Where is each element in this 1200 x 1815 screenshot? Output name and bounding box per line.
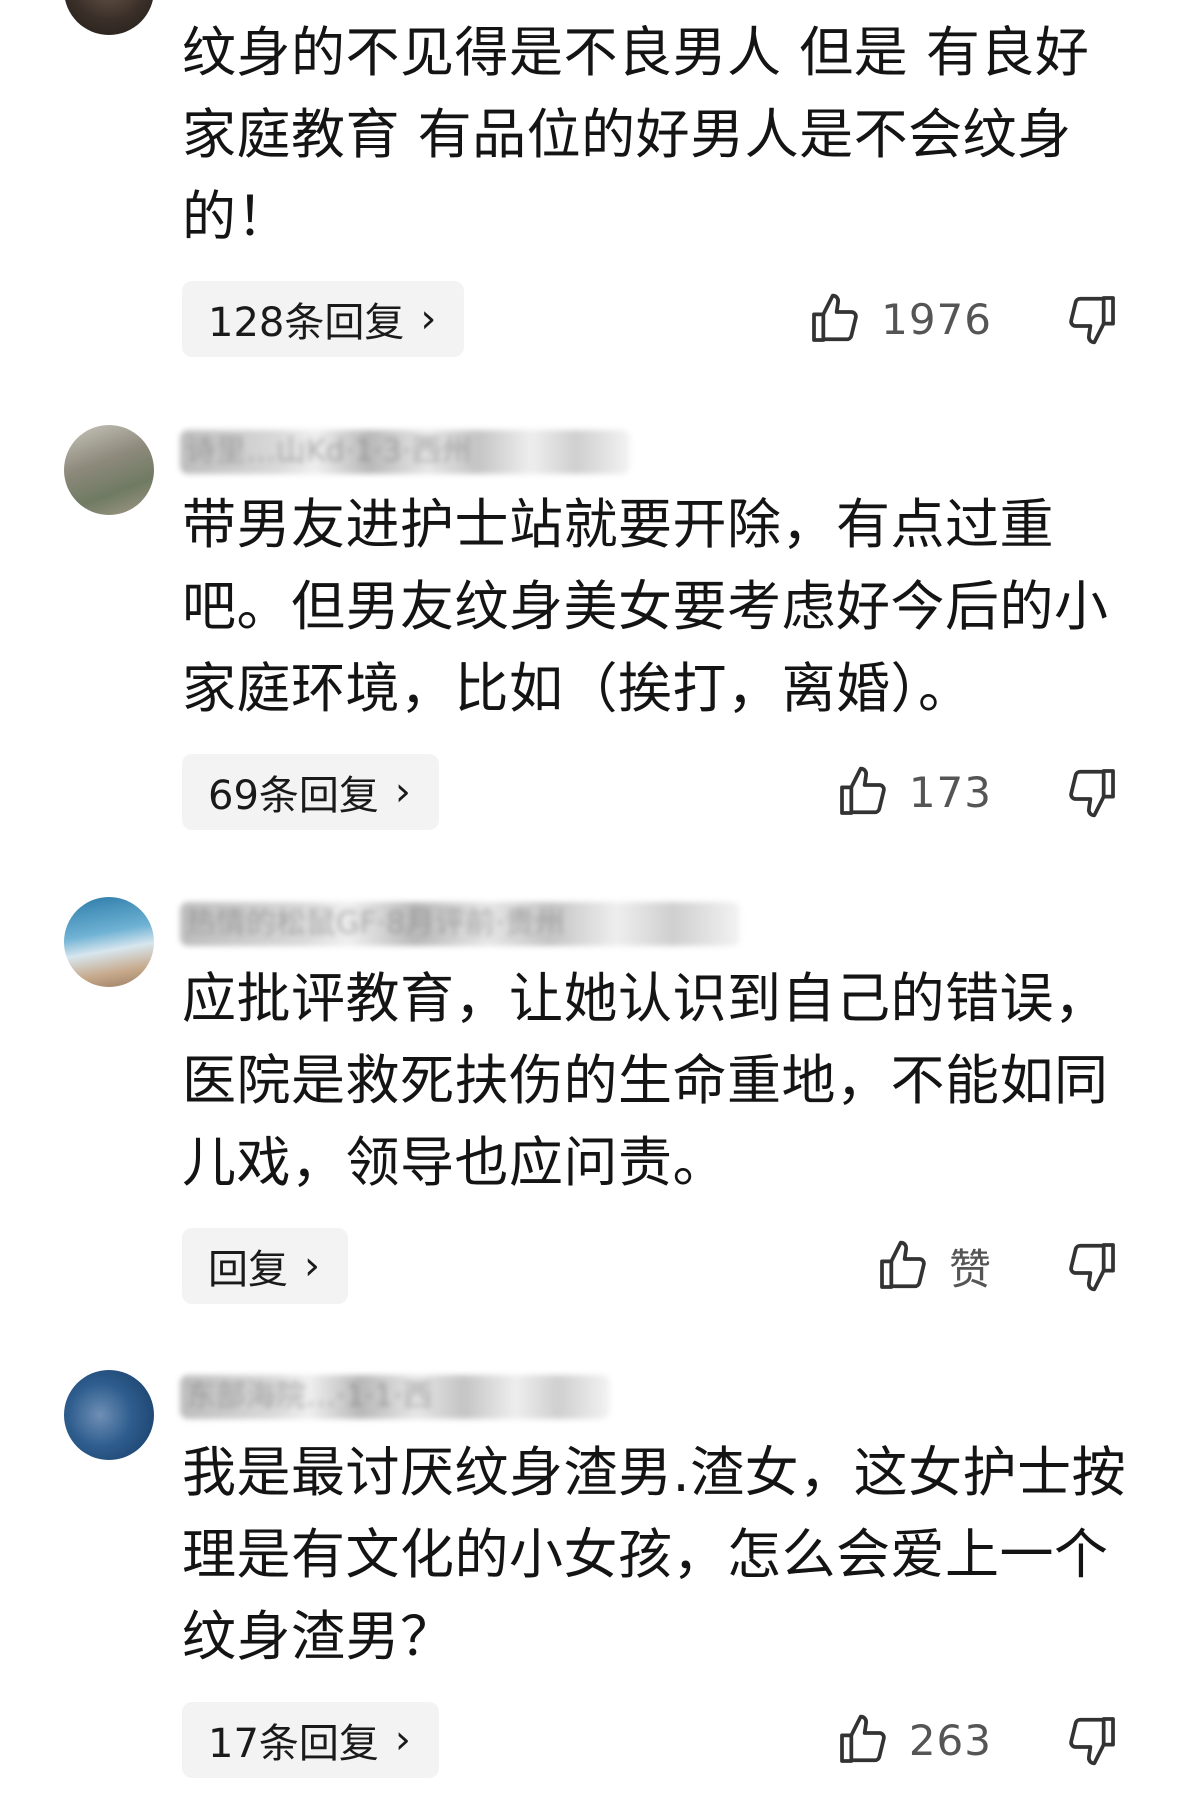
reply-count-label: 69条回复 — [208, 773, 379, 819]
like-count: 173 — [908, 767, 992, 817]
chevron-right-icon: › — [420, 296, 437, 342]
reply-button[interactable]: 回复 › — [182, 1228, 348, 1304]
like-label: 赞 — [948, 1244, 992, 1294]
comment-text: 带男友进护士站就要开除，有点过重吧。但男友纹身美女要考虑好今后的小家庭环境，比如… — [182, 493, 1109, 720]
comment-text: 纹身的不见得是不良男人 但是 有良好家庭教育 有品位的好男人是不会纹身的！ — [182, 21, 1090, 248]
thumbs-up-icon — [839, 766, 886, 815]
like-button[interactable]: 263 — [835, 1702, 992, 1778]
like-count: 1976 — [881, 294, 992, 344]
avatar[interactable] — [64, 0, 154, 35]
username-text: 诗里…山Kd·1·3·西州 — [186, 434, 472, 469]
like-button[interactable]: 173 — [835, 754, 992, 830]
comment-text: 我是最讨厌纹身渣男.渣女，这女护士按理是有文化的小女孩，怎么会爱上一个纹身渣男？ — [182, 1441, 1127, 1668]
chevron-right-icon: › — [304, 1243, 320, 1289]
username-text: 东部海院…·1·1·西 — [186, 1379, 433, 1414]
avatar[interactable] — [64, 1370, 154, 1460]
reply-count-label: 128条回复 — [208, 300, 405, 346]
thumbs-up-icon — [812, 293, 858, 342]
view-replies-button[interactable]: 128条回复 › — [182, 281, 465, 357]
avatar[interactable] — [64, 425, 154, 515]
like-count: 263 — [908, 1715, 992, 1765]
thumbs-up-icon — [839, 1714, 886, 1763]
username-text: 热情的松鼠GF·8月评前·贵州 — [186, 906, 565, 941]
view-replies-button[interactable]: 69条回复 › — [182, 754, 439, 830]
view-replies-button[interactable]: 17条回复 › — [182, 1702, 439, 1778]
username[interactable]: 诗里…山Kd·1·3·西州 — [180, 430, 630, 474]
chevron-right-icon: › — [394, 1717, 411, 1763]
reply-count-label: 17条回复 — [208, 1721, 379, 1767]
chevron-right-icon: › — [394, 769, 411, 815]
username[interactable]: 热情的松鼠GF·8月评前·贵州 — [180, 902, 740, 946]
thumbs-down-icon[interactable] — [1064, 1712, 1120, 1768]
reply-label: 回复 — [208, 1247, 288, 1293]
thumbs-down-icon[interactable] — [1064, 764, 1120, 820]
thumbs-down-icon[interactable] — [1064, 1238, 1120, 1294]
like-button[interactable]: 1976 — [807, 281, 992, 357]
thumbs-down-icon[interactable] — [1064, 291, 1120, 347]
thumbs-up-icon — [880, 1240, 926, 1289]
avatar[interactable] — [64, 897, 154, 987]
username[interactable]: 东部海院…·1·1·西 — [180, 1375, 610, 1419]
comment-text: 应批评教育，让她认识到自己的错误，医院是救死扶伤的生命重地，不能如同儿戏，领导也… — [182, 967, 1109, 1194]
like-button[interactable]: 赞 — [875, 1228, 992, 1304]
